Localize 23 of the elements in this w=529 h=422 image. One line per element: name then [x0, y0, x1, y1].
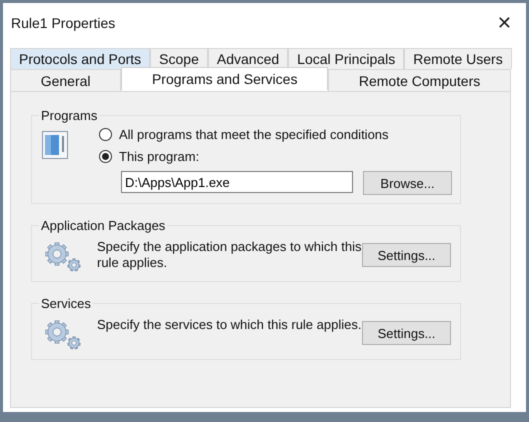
tab[interactable]: Programs and Services	[121, 67, 328, 90]
settings-button[interactable]: Settings...	[362, 321, 451, 345]
radio-label: All programs that meet the specified conditions	[119, 127, 389, 142]
group-title: Services	[40, 296, 92, 311]
radio-button[interactable]	[99, 128, 112, 141]
tab[interactable]: General	[10, 69, 122, 91]
radio-label: This program:	[119, 149, 200, 164]
group-title: Application Packages	[40, 218, 166, 233]
tab[interactable]: Protocols and Ports	[10, 48, 150, 69]
tab[interactable]: Remote Users	[404, 48, 512, 69]
tab[interactable]: Scope	[150, 48, 208, 69]
window-title: Rule1 Properties	[11, 15, 116, 31]
path-field[interactable]: D:\Apps\App1.exe	[121, 171, 353, 193]
radio-button[interactable]	[99, 150, 112, 163]
description-text: Specify the application packages to which this rule applies.	[97, 239, 362, 271]
settings-button[interactable]: Settings...	[362, 243, 451, 267]
tab[interactable]: Local Principals	[288, 48, 404, 69]
browse-button[interactable]: Browse...	[363, 171, 452, 195]
description-text: Specify the services to which this rule applies.	[97, 317, 362, 333]
group-title: Programs	[40, 108, 98, 123]
program-icon	[42, 131, 68, 159]
tab[interactable]: Remote Computers	[328, 69, 511, 91]
close-button[interactable]: ✕	[490, 12, 518, 34]
